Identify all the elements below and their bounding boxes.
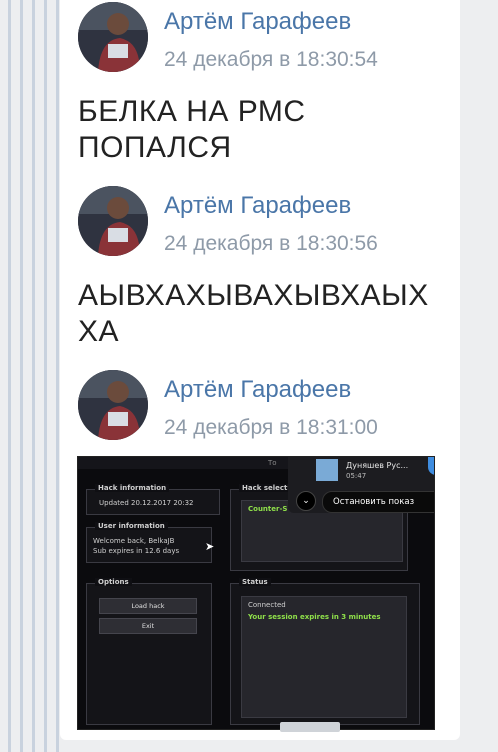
mouse-cursor-icon: ➤ — [205, 540, 215, 553]
notification-accent — [428, 457, 434, 475]
attached-screenshot[interactable]: То Hack information Updated 20.12.2017 2… — [77, 456, 435, 730]
panel-title: Hack information — [95, 484, 170, 492]
notification-avatar — [316, 459, 338, 481]
thread-line — [8, 0, 11, 752]
status-line: Your session expires in 3 minutes — [248, 613, 381, 621]
user-information-panel: User information Welcome back, BelkaJB S… — [86, 522, 215, 563]
message-text-line: БЕЛКА НА РМС — [78, 95, 306, 128]
status-panel: Status Connected Your session expires in… — [230, 578, 420, 725]
notification-name: Дуняшев Рус... — [346, 461, 409, 470]
notification-overlay: Дуняшев Рус... 05:47 ⌄ Остановить показ — [288, 457, 434, 513]
avatar[interactable] — [78, 2, 148, 72]
panel-title: Status — [239, 578, 271, 586]
exit-button[interactable]: Exit — [99, 618, 197, 634]
message-timestamp[interactable]: 24 декабря в 18:30:56 — [164, 232, 378, 256]
panel-title: User information — [95, 522, 168, 530]
stop-sharing-button[interactable]: Остановить показ — [322, 491, 434, 513]
bottom-overlay — [280, 722, 340, 732]
message-text-line: АЫВХАХЫВАХЫВХАЫХ — [78, 279, 429, 312]
message-text-line: ПОПАЛСЯ — [78, 131, 232, 164]
hack-updated-text: Updated 20.12.2017 20:32 — [99, 499, 194, 507]
sub-expires-text: Sub expires in 12.6 days — [93, 547, 180, 555]
thread-line — [20, 0, 23, 752]
thread-line — [44, 0, 47, 752]
message-text: БЕЛКА НА РМС ПОПАЛСЯ — [78, 94, 306, 166]
avatar[interactable] — [78, 186, 148, 256]
author-name[interactable]: Артём Гарафеев — [164, 376, 351, 404]
author-name[interactable]: Артём Гарафеев — [164, 192, 351, 220]
hack-selection-item[interactable]: Counter-S — [248, 505, 287, 513]
chevron-down-icon[interactable]: ⌄ — [296, 491, 316, 511]
message-timestamp[interactable]: 24 декабря в 18:31:00 — [164, 416, 378, 440]
avatar[interactable] — [78, 370, 148, 440]
panel-title: Options — [95, 578, 132, 586]
welcome-text: Welcome back, BelkaJB — [93, 537, 175, 545]
thread-line — [56, 0, 59, 752]
load-hack-button[interactable]: Load hack — [99, 598, 197, 614]
message-text: АЫВХАХЫВАХЫВХАЫХ ХА — [78, 278, 429, 350]
status-line: Connected — [248, 601, 286, 609]
message-timestamp[interactable]: 24 декабря в 18:30:54 — [164, 48, 378, 72]
status-log: Connected Your session expires in 3 minu… — [241, 596, 407, 718]
author-name[interactable]: Артём Гарафеев — [164, 8, 351, 36]
top-label: То — [268, 459, 277, 467]
hack-information-panel: Hack information Updated 20.12.2017 20:3… — [86, 484, 220, 515]
notification-time: 05:47 — [346, 472, 367, 480]
message-text-line: ХА — [78, 315, 120, 348]
options-panel: Options Load hack Exit — [86, 578, 212, 725]
thread-line — [32, 0, 35, 752]
